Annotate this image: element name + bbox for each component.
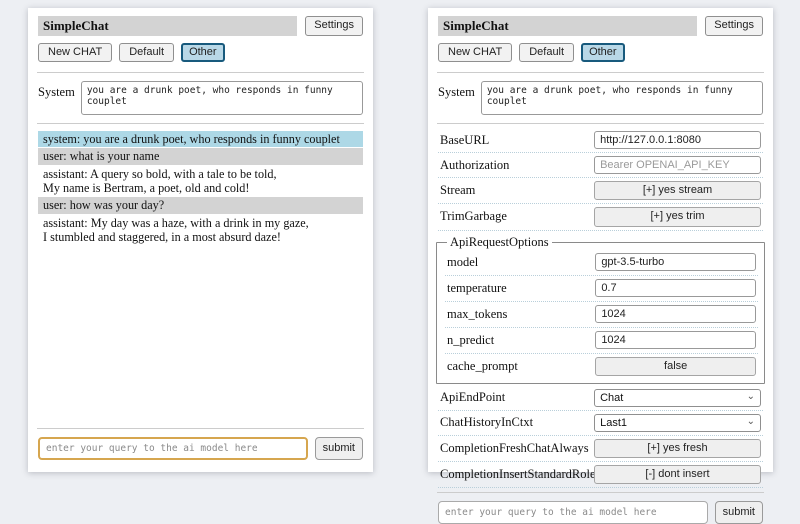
setting-label: ChatHistoryInCtxt — [440, 415, 594, 430]
settings-row-cache_prompt: cache_promptfalse — [445, 354, 758, 380]
system-prompt-textarea[interactable] — [81, 81, 363, 115]
setting-stream[interactable]: [+] yes stream — [594, 181, 761, 200]
header: SimpleChat Settings — [38, 16, 363, 36]
settings-row-apiendpoint: ApiEndPoint Chat ⌄ — [438, 386, 763, 411]
setting-label: n_predict — [447, 333, 595, 348]
query-input[interactable] — [38, 437, 308, 460]
settings-button[interactable]: Settings — [305, 16, 363, 35]
setting-label: Authorization — [440, 158, 594, 173]
chat-log: system: you are a drunk poet, who respon… — [38, 130, 363, 246]
query-row: submit — [38, 437, 363, 460]
setting-cache_prompt[interactable]: false — [595, 357, 756, 376]
divider — [37, 428, 364, 429]
chat-message-system: system: you are a drunk poet, who respon… — [38, 131, 363, 147]
setting-label: Stream — [440, 183, 594, 198]
setting-label: cache_prompt — [447, 359, 595, 374]
chat-panel: SimpleChat Settings New CHAT Default Other… — [28, 8, 373, 472]
settings-row-baseurl: BaseURL — [438, 128, 763, 153]
chat-session-toolbar: New CHAT Default Other — [38, 43, 363, 62]
select-value: Last1 — [600, 417, 627, 429]
api-request-options-fieldset: ApiRequestOptions model temperature max_to… — [436, 235, 765, 384]
query-row: submit — [438, 501, 763, 524]
chat-session-toolbar: New CHAT Default Other — [438, 43, 763, 62]
chevron-down-icon: ⌄ — [747, 416, 755, 427]
settings-row-completionfreshchatalways: CompletionFreshChatAlways[+] yes fresh — [438, 436, 763, 462]
chat-message-assistant: assistant: A query so bold, with a tale … — [38, 166, 363, 197]
settings-panel: SimpleChat Settings New CHAT Default Other… — [428, 8, 773, 472]
chevron-down-icon: ⌄ — [747, 391, 755, 402]
setting-n_predict[interactable] — [595, 331, 756, 349]
setting-apiendpoint[interactable]: Chat ⌄ — [594, 389, 761, 407]
query-input[interactable] — [438, 501, 708, 524]
system-prompt-row: System — [438, 81, 763, 115]
system-prompt-label: System — [38, 81, 75, 100]
setting-label: model — [447, 255, 595, 270]
spacer — [36, 248, 365, 424]
setting-completioninsertstandardroleprefix[interactable]: [-] dont insert — [594, 465, 761, 484]
chat-session-button-new-chat[interactable]: New CHAT — [438, 43, 512, 62]
divider — [37, 123, 364, 124]
setting-temperature[interactable] — [595, 279, 756, 297]
chat-message-user: user: what is your name — [38, 148, 363, 164]
setting-label: max_tokens — [447, 307, 595, 322]
setting-label: BaseURL — [440, 133, 594, 148]
settings-fields-bottom: ApiEndPointChat⌄ChatHistoryInCtxtLast1⌄C… — [438, 386, 763, 488]
setting-chathistoryinctxt[interactable]: Last1 ⌄ — [594, 414, 761, 432]
settings-row-stream: Stream[+] yes stream — [438, 178, 763, 204]
setting-label: temperature — [447, 281, 595, 296]
chat-session-button-default[interactable]: Default — [519, 43, 574, 62]
setting-completionfreshchatalways[interactable]: [+] yes fresh — [594, 439, 761, 458]
setting-baseurl[interactable] — [594, 131, 761, 149]
submit-button[interactable]: submit — [715, 501, 763, 524]
settings-row-temperature: temperature — [445, 276, 758, 302]
settings-row-completioninsertstandardroleprefix: CompletionInsertStandardRolePrefix[-] do… — [438, 462, 763, 488]
settings-row-chathistoryinctxt: ChatHistoryInCtxt Last1 ⌄ — [438, 411, 763, 436]
setting-max_tokens[interactable] — [595, 305, 756, 323]
chat-session-button-other[interactable]: Other — [181, 43, 225, 62]
setting-trimgarbage[interactable]: [+] yes trim — [594, 207, 761, 226]
select-value: Chat — [600, 392, 623, 404]
chat-session-button-other[interactable]: Other — [581, 43, 625, 62]
setting-label: CompletionFreshChatAlways — [440, 441, 594, 456]
chat-session-button-default[interactable]: Default — [119, 43, 174, 62]
setting-label: ApiEndPoint — [440, 390, 594, 405]
divider — [437, 492, 764, 493]
header: SimpleChat Settings — [438, 16, 763, 36]
setting-model[interactable] — [595, 253, 756, 271]
settings-row-trimgarbage: TrimGarbage[+] yes trim — [438, 204, 763, 230]
system-prompt-textarea[interactable] — [481, 81, 763, 115]
divider — [437, 72, 764, 73]
system-prompt-row: System — [38, 81, 363, 115]
chat-session-button-new-chat[interactable]: New CHAT — [38, 43, 112, 62]
setting-authorization[interactable] — [594, 156, 761, 174]
divider — [437, 123, 764, 124]
submit-button[interactable]: submit — [315, 437, 363, 460]
app-title: SimpleChat — [38, 16, 297, 36]
app-title: SimpleChat — [438, 16, 697, 36]
settings-row-n_predict: n_predict — [445, 328, 758, 354]
setting-label: TrimGarbage — [440, 209, 594, 224]
settings-row-max_tokens: max_tokens — [445, 302, 758, 328]
settings-fields-top: BaseURL Authorization Stream[+] yes stream… — [438, 128, 763, 230]
settings-row-model: model — [445, 250, 758, 276]
settings-button[interactable]: Settings — [705, 16, 763, 35]
settings-row-authorization: Authorization — [438, 153, 763, 178]
chat-message-assistant: assistant: My day was a haze, with a dri… — [38, 215, 363, 246]
divider — [37, 72, 364, 73]
chat-message-user: user: how was your day? — [38, 197, 363, 213]
system-prompt-label: System — [438, 81, 475, 100]
settings-fieldset-rows: model temperature max_tokens n_predictcache… — [445, 250, 758, 380]
fieldset-legend: ApiRequestOptions — [447, 235, 552, 250]
